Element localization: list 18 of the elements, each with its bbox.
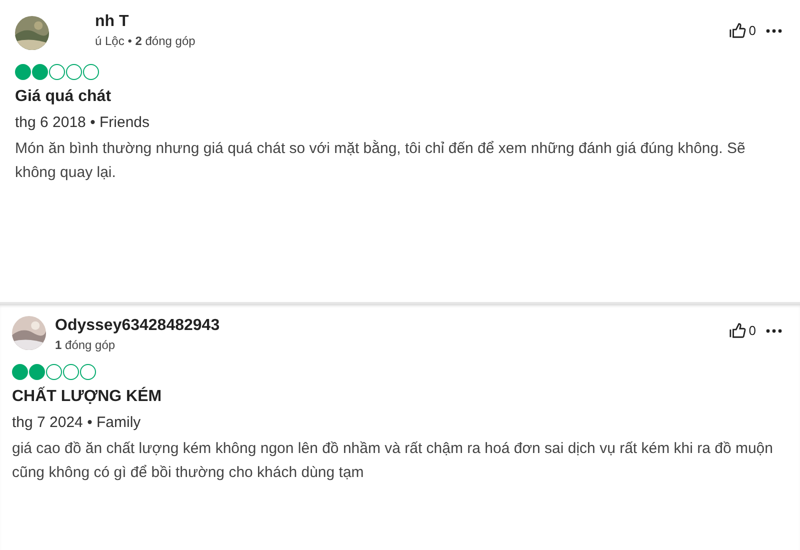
thumbs-up-icon — [728, 22, 746, 39]
more-icon — [766, 28, 782, 32]
reviewer-name[interactable]: nh T — [95, 12, 196, 32]
reviewer-meta: 1 đóng góp — [55, 337, 116, 354]
like-button[interactable]: 0 — [728, 22, 756, 39]
reviewer-name[interactable]: Odyssey63428482943 — [55, 316, 220, 336]
review-date: thg 6 2018 • Friends — [15, 114, 151, 131]
review-title: Giá quá chát — [15, 88, 112, 106]
review-title: CHẤT LƯỢNG KÉM — [12, 388, 163, 406]
like-button[interactable]: 0 — [728, 322, 756, 339]
more-options-button[interactable] — [766, 328, 782, 332]
review-date: thg 7 2024 • Family — [12, 414, 142, 431]
review-text: giá cao đồ ăn chất lượng kém không ngon lên đồ nhầm và rất chậm ra hoá đơn sai dịch vụ rất kém khi ra đồ muộn cũng không có gì để bồi thường cho khách dùng tạm — [12, 439, 774, 483]
thumbs-up-icon — [728, 322, 746, 339]
reviewer-meta: ú Lộc • 2 đóng góp — [95, 33, 196, 50]
more-icon — [766, 328, 782, 332]
more-options-button[interactable] — [766, 28, 782, 32]
review-text: Món ăn bình thường nhưng giá quá chát so với mặt bằng, tôi chỉ đến để xem những đánh giá đúng không. Sẽ không quay lại. — [15, 139, 746, 183]
